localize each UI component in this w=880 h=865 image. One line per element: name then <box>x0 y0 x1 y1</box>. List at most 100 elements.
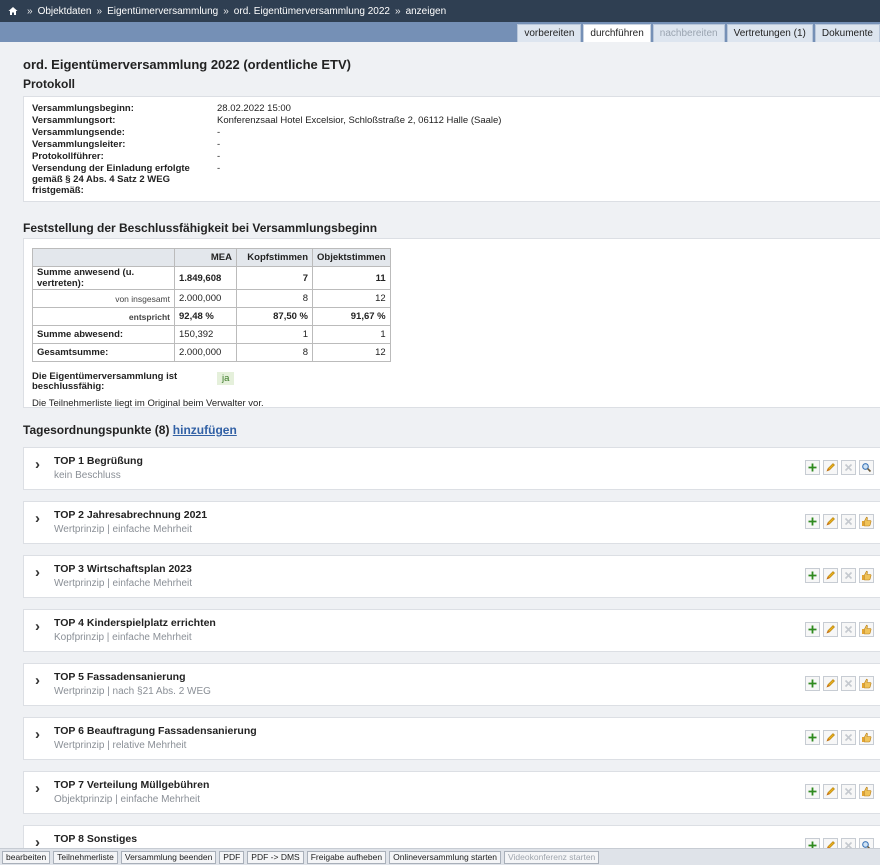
vote-icon[interactable] <box>859 568 874 583</box>
agenda-item: › TOP 7 Verteilung Müllgebühren Objektprin… <box>23 771 880 814</box>
tab-nachbereiten: nachbereiten <box>652 24 725 42</box>
breadcrumb-separator: » <box>395 5 401 17</box>
tab-vorbereiten[interactable]: vorbereiten <box>517 24 582 42</box>
info-label: Versammlungsende: <box>32 127 125 138</box>
chevron-right-icon[interactable]: › <box>35 618 40 635</box>
tab-dokumente[interactable]: Dokumente <box>814 24 880 42</box>
table-header: MEA <box>174 248 237 267</box>
vote-icon[interactable] <box>859 730 874 745</box>
agenda-item-title: TOP 4 Kinderspielplatz errichten <box>54 617 216 629</box>
chevron-right-icon[interactable]: › <box>35 780 40 797</box>
breadcrumb: » Objektdaten » Eigentümerversammlung » … <box>0 0 880 22</box>
add-icon[interactable] <box>805 568 820 583</box>
tab-durchfuehren[interactable]: durchführen <box>583 24 651 42</box>
chevron-right-icon[interactable]: › <box>35 456 40 473</box>
agenda-item-meta: Wertprinzip | einfache Mehrheit <box>54 578 193 589</box>
action-button[interactable]: Versammlung beenden <box>120 851 217 864</box>
agenda-item-title: TOP 3 Wirtschaftsplan 2023 <box>54 563 192 575</box>
add-icon[interactable] <box>805 730 820 745</box>
edit-icon[interactable] <box>823 460 838 475</box>
edit-icon[interactable] <box>823 568 838 583</box>
action-button[interactable]: Teilnehmerliste <box>53 851 118 864</box>
info-value: - <box>217 163 221 174</box>
delete-icon <box>841 676 856 691</box>
quorum-panel: MEA Kopfstimmen Objektstimmen Summe anwe… <box>23 238 880 409</box>
add-icon[interactable] <box>805 460 820 475</box>
action-button: Videokonferenz starten <box>504 851 600 864</box>
add-icon[interactable] <box>805 838 820 848</box>
table-cell: 91,67 % <box>312 307 391 326</box>
agenda-item: › TOP 4 Kinderspielplatz errichten Kopfpri… <box>23 609 880 652</box>
edit-icon[interactable] <box>823 784 838 799</box>
info-row: Protokollführer: - <box>32 151 872 162</box>
chevron-right-icon[interactable]: › <box>35 834 40 848</box>
chevron-right-icon[interactable]: › <box>35 510 40 527</box>
edit-icon[interactable] <box>823 514 838 529</box>
agenda-item: › TOP 3 Wirtschaftsplan 2023 Wertprinzip |… <box>23 555 880 598</box>
table-row: von insgesamt 2.000,000 8 12 <box>32 289 391 308</box>
edit-icon[interactable] <box>823 676 838 691</box>
chevron-right-icon[interactable]: › <box>35 672 40 689</box>
add-icon[interactable] <box>805 622 820 637</box>
vote-icon[interactable] <box>859 514 874 529</box>
status-badge: ja <box>217 372 235 385</box>
breadcrumb-meeting[interactable]: ord. Eigentümerversammlung 2022 <box>234 6 390 17</box>
quorum-capable-row: Die Eigentümerversammlung ist beschlussf… <box>32 372 872 392</box>
agenda-item: › TOP 1 Begrüßung kein Beschluss <box>23 447 880 490</box>
breadcrumb-eigentuemerversammlung[interactable]: Eigentümerversammlung <box>107 6 218 17</box>
chevron-right-icon[interactable]: › <box>35 726 40 743</box>
add-icon[interactable] <box>805 514 820 529</box>
vote-icon[interactable] <box>859 676 874 691</box>
add-agenda-item-link[interactable]: hinzufügen <box>173 423 237 437</box>
table-row: entspricht 92,48 % 87,50 % 91,67 % <box>32 307 391 326</box>
agenda-item: › TOP 5 Fassadensanierung Wertprinzip | na… <box>23 663 880 706</box>
breadcrumb-separator: » <box>27 5 33 17</box>
table-cell: 12 <box>312 289 391 308</box>
info-label: Versammlungsbeginn: <box>32 103 134 114</box>
delete-icon <box>841 784 856 799</box>
agenda-item-title: TOP 1 Begrüßung <box>54 455 143 467</box>
tab-vertretungen[interactable]: Vertretungen (1) <box>726 24 813 42</box>
breadcrumb-objektdaten[interactable]: Objektdaten <box>38 6 92 17</box>
edit-icon[interactable] <box>823 838 838 848</box>
add-icon[interactable] <box>805 676 820 691</box>
agenda-item: › TOP 2 Jahresabrechnung 2021 Wertprinzip … <box>23 501 880 544</box>
info-label: Protokollführer: <box>32 151 104 162</box>
search-icon[interactable] <box>859 460 874 475</box>
table-cell: 11 <box>312 266 391 290</box>
edit-icon[interactable] <box>823 730 838 745</box>
action-button[interactable]: PDF -> DMS <box>247 851 304 864</box>
agenda-item-actions <box>805 838 874 848</box>
agenda-item-meta: kein Beschluss <box>54 470 121 481</box>
action-button[interactable]: PDF <box>219 851 245 864</box>
action-button[interactable]: bearbeiten <box>2 851 51 864</box>
edit-icon[interactable] <box>823 622 838 637</box>
vote-icon[interactable] <box>859 622 874 637</box>
table-cell: 8 <box>236 289 313 308</box>
table-header: Objektstimmen <box>312 248 391 267</box>
add-icon[interactable] <box>805 784 820 799</box>
table-cell: 7 <box>236 266 313 290</box>
agenda-item-meta: Wertprinzip | nach §21 Abs. 2 WEG <box>54 686 211 697</box>
action-button[interactable]: Freigabe aufheben <box>306 851 387 864</box>
info-label: Versendung der Einladung erfolgte gemäß … <box>32 163 190 196</box>
table-cell: 87,50 % <box>236 307 313 326</box>
agenda-item-title: TOP 7 Verteilung Müllgebühren <box>54 779 210 791</box>
search-icon[interactable] <box>859 838 874 848</box>
table-row: Summe anwesend (u. vertreten): 1.849,608 7… <box>32 266 391 290</box>
page-subtitle: Protokoll <box>23 77 76 91</box>
table-cell: 150,392 <box>174 325 237 344</box>
table-row: Summe abwesend: 150,392 1 1 <box>32 325 391 344</box>
agenda-item-actions <box>805 460 874 475</box>
home-icon[interactable] <box>8 6 18 16</box>
chevron-right-icon[interactable]: › <box>35 564 40 581</box>
agenda-item: ›TOP 8 Sonstigeskein Beschluss <box>23 825 880 848</box>
participants-note: Die Teilnehmerliste liegt im Original be… <box>32 398 264 409</box>
meeting-info-panel: Versammlungsbeginn: 28.02.2022 15:00 Vers… <box>23 96 880 202</box>
agenda-item-actions <box>805 514 874 529</box>
table-cell: Summe abwesend: <box>32 325 175 344</box>
agenda-item-meta: Kopfprinzip | einfache Mehrheit <box>54 632 192 643</box>
action-button[interactable]: Onlineversammlung starten <box>389 851 502 864</box>
vote-icon[interactable] <box>859 784 874 799</box>
table-cell: 92,48 % <box>174 307 237 326</box>
